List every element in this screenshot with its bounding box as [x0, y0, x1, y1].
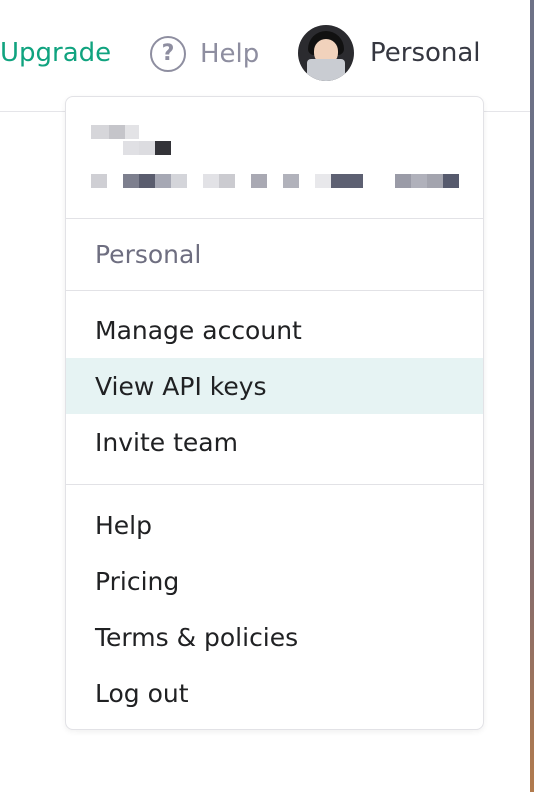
help-link[interactable]: ? Help — [150, 36, 259, 72]
redacted-pixel — [251, 174, 267, 188]
redacted-pixel — [139, 141, 155, 155]
redacted-pixel — [123, 141, 139, 155]
redacted-pixel — [91, 174, 107, 188]
workspace-section-label: Personal — [66, 219, 483, 291]
general-actions-group: Help Pricing Terms & policies Log out — [66, 485, 483, 721]
redacted-pixel — [411, 174, 427, 188]
redacted-pixel — [171, 174, 187, 188]
redacted-pixel — [219, 174, 235, 188]
view-api-keys-item[interactable]: View API keys — [66, 358, 483, 414]
pricing-item[interactable]: Pricing — [66, 553, 483, 609]
manage-account-item[interactable]: Manage account — [66, 302, 483, 358]
redacted-pixel — [395, 174, 411, 188]
redacted-pixel — [427, 174, 443, 188]
window-edge — [530, 0, 534, 792]
redacted-pixel — [91, 125, 109, 139]
help-item[interactable]: Help — [66, 497, 483, 553]
avatar — [298, 25, 354, 81]
upgrade-link[interactable]: Upgrade — [0, 36, 111, 70]
account-menu-button[interactable]: Personal — [298, 25, 481, 81]
account-label: Personal — [370, 38, 481, 68]
avatar-laptop — [307, 59, 345, 81]
redacted-pixel — [283, 174, 299, 188]
invite-team-item[interactable]: Invite team — [66, 414, 483, 470]
redacted-pixel — [203, 174, 219, 188]
redacted-pixel — [315, 174, 331, 188]
page: Upgrade ? Help Personal Personal Manage … — [0, 0, 534, 792]
redacted-pixel — [155, 174, 171, 188]
account-dropdown-menu: Personal Manage account View API keys In… — [65, 96, 484, 730]
account-actions-group: Manage account View API keys Invite team — [66, 291, 483, 485]
redacted-pixel — [331, 174, 363, 188]
help-label: Help — [200, 39, 260, 69]
redacted-pixel — [139, 174, 155, 188]
redacted-pixel — [123, 174, 139, 188]
terms-policies-item[interactable]: Terms & policies — [66, 609, 483, 665]
redacted-pixel — [125, 125, 139, 139]
redacted-pixel — [443, 174, 459, 188]
redacted-pixel — [109, 125, 125, 139]
log-out-item[interactable]: Log out — [66, 665, 483, 721]
redacted-pixel — [155, 141, 171, 155]
user-info-redacted — [66, 97, 483, 219]
help-circle-icon: ? — [150, 36, 186, 72]
